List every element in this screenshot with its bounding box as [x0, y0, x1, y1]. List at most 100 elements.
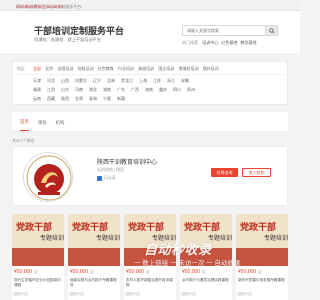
province-option[interactable]: 四川: [173, 87, 181, 93]
province-option[interactable]: 江西: [47, 87, 55, 93]
course-card[interactable]: 党政干部 专题培训 ¥50,000 起 新时代党建引领发展专题课程 陕西干训: [236, 214, 288, 300]
province-option[interactable]: 江苏: [153, 78, 161, 84]
tab-courses[interactable]: 课程: [38, 120, 47, 131]
banner-title: 党政干部: [128, 221, 164, 232]
course-title[interactable]: 乡村振兴与基层治理实践课程: [182, 278, 230, 288]
banner-subtitle: 专题培训: [40, 234, 64, 242]
province-option[interactable]: 陕西: [61, 96, 69, 102]
org-card: 陕西干训教育培训中心 培训机构 | 陕西 已认证 在线咨询 进入机构: [12, 146, 288, 206]
province-option[interactable]: 湖北: [89, 87, 97, 93]
tab-home[interactable]: 首页: [20, 119, 29, 131]
province-option[interactable]: 福建: [33, 87, 41, 93]
province-option[interactable]: 天津: [33, 78, 41, 84]
course-banner: 党政干部 专题培训: [12, 214, 64, 266]
banner-subtitle: 专题培训: [96, 234, 120, 242]
province-option[interactable]: 辽宁: [93, 78, 101, 84]
province-option[interactable]: 广东: [117, 87, 125, 93]
search-button[interactable]: [266, 25, 278, 36]
province-row: 云南 西藏 陕西 甘肃 青海 宁夏 新疆: [33, 94, 131, 104]
province-option[interactable]: 山西: [61, 78, 69, 84]
course-card[interactable]: 党政干部 专题培训 ¥50,000 起 乡村振兴与基层治理实践课程 陕西干训: [180, 214, 232, 300]
region-option[interactable]: 港澳台培训: [179, 66, 199, 72]
course-price: ¥50,000 起: [126, 269, 150, 275]
region-option[interactable]: 国企培训: [158, 66, 174, 72]
hot-search: 热门搜索: 培训中心 红色基地 教学基地: [182, 40, 257, 46]
province-option[interactable]: 吉林: [107, 78, 115, 84]
verified-icon: [97, 175, 102, 181]
banner-subtitle: 专题培训: [264, 234, 288, 242]
org-name[interactable]: 陕西干训教育培训中心: [97, 157, 157, 166]
course-title[interactable]: 赋能实践与乡村振兴专题课程班: [70, 278, 118, 288]
course-card[interactable]: 党政干部 专题培训 ¥50,000 起 农村人居环境整治提升培训课程 陕西干训: [124, 214, 176, 300]
province-option[interactable]: 广西: [131, 87, 139, 93]
banner-subtitle: 专题培训: [208, 234, 232, 242]
course-title[interactable]: 农村人居环境整治提升培训课程: [126, 278, 174, 288]
tab-institutions[interactable]: 机构: [56, 120, 65, 131]
course-banner: 党政干部 专题培训: [124, 214, 176, 266]
province-option[interactable]: 浙江: [167, 78, 175, 84]
region-option[interactable]: 境外培训: [203, 66, 219, 72]
province-option[interactable]: 山东: [61, 87, 69, 93]
course-org: 陕西干训: [182, 292, 196, 296]
course-card[interactable]: 党政干部 专题培训 ¥50,000 起 赋能实践与乡村振兴专题课程班 陕西干训: [68, 214, 120, 300]
course-title[interactable]: 现代生态循环农业示范园培训课程: [14, 278, 62, 288]
course-title[interactable]: 新时代党建引领发展专题课程: [238, 278, 286, 288]
province-option[interactable]: 海南: [145, 87, 153, 93]
province-option[interactable]: 青海: [89, 96, 97, 102]
result-count: 共计1个课程: [12, 138, 35, 143]
course-price: ¥50,000 起: [70, 269, 94, 275]
province-option[interactable]: 黑龙江: [121, 78, 133, 84]
org-type: 培训机构 | 陕西: [97, 167, 125, 172]
region-row: 地区: 全部 北京 全国培训 党校培训 红色教育 行业培训 高校培训 国企培训 …: [13, 64, 223, 74]
top-bar: 您好,欢迎来到干部培训定制服务平台! 2023年03月02日 10:20:05: [0, 0, 300, 11]
current-date: 2023年03月02日 10:20:05: [16, 4, 63, 9]
province-option[interactable]: 内蒙古: [75, 78, 87, 84]
search-icon: [268, 27, 275, 34]
banner-subtitle: 专题培训: [152, 234, 176, 242]
province-option[interactable]: 甘肃: [75, 96, 83, 102]
consult-button[interactable]: 在线咨询: [211, 168, 238, 177]
site-title[interactable]: 干部培训定制服务平台: [34, 24, 124, 37]
region-option[interactable]: 红色教育: [98, 66, 114, 72]
verified-text: 已认证: [104, 175, 116, 180]
region-option[interactable]: 全国培训: [57, 66, 73, 72]
province-option[interactable]: 上海: [139, 78, 147, 84]
course-org: 陕西干训: [70, 292, 84, 296]
search-input[interactable]: [182, 25, 266, 36]
province-option[interactable]: 贵州: [187, 87, 195, 93]
course-org: 陕西干训: [14, 292, 28, 296]
province-option[interactable]: 宁夏: [103, 96, 111, 102]
region-option[interactable]: 全部: [33, 66, 41, 72]
banner-title: 党政干部: [72, 221, 108, 232]
region-option[interactable]: 高校培训: [138, 66, 154, 72]
province-option[interactable]: 新疆: [117, 96, 125, 102]
region-option[interactable]: 党校培训: [78, 66, 94, 72]
site-header: 干部培训定制服务平台 找课程、选课程、就上干部培训平台 热门搜索: 培训中心 红…: [0, 11, 300, 53]
province-option[interactable]: 西藏: [47, 96, 55, 102]
course-banner: 党政干部 专题培训: [236, 214, 288, 266]
course-list: 党政干部 专题培训 ¥50,000 起 现代生态循环农业示范园培训课程 陕西干训 …: [12, 214, 288, 300]
banner-title: 党政干部: [184, 221, 220, 232]
province-option[interactable]: 湖南: [103, 87, 111, 93]
province-option[interactable]: 河北: [47, 78, 55, 84]
course-price: ¥50,000 起: [14, 269, 38, 275]
province-option[interactable]: 重庆: [159, 87, 167, 93]
hot-search-label: 热门搜索:: [182, 40, 200, 45]
region-option[interactable]: 行业培训: [118, 66, 134, 72]
region-option[interactable]: 北京: [45, 66, 53, 72]
hot-keyword[interactable]: 培训中心: [202, 40, 218, 45]
tab-bar: 首页 课程 机构: [12, 112, 288, 132]
course-org: 陕西干训: [238, 292, 252, 296]
province-option[interactable]: 河南: [75, 87, 83, 93]
province-option[interactable]: 云南: [33, 96, 41, 102]
province-option[interactable]: 安徽: [181, 78, 189, 84]
course-card[interactable]: 党政干部 专题培训 ¥50,000 起 现代生态循环农业示范园培训课程 陕西干训: [12, 214, 64, 300]
course-org: 陕西干训: [126, 292, 140, 296]
hot-keyword[interactable]: 红色基地: [221, 40, 237, 45]
hot-keyword[interactable]: 教学基地: [241, 40, 257, 45]
divider: [17, 74, 285, 75]
enter-org-button[interactable]: 进入机构: [242, 168, 271, 177]
course-banner: 党政干部 专题培训: [180, 214, 232, 266]
course-banner: 党政干部 专题培训: [68, 214, 120, 266]
course-price: ¥50,000 起: [238, 269, 262, 275]
